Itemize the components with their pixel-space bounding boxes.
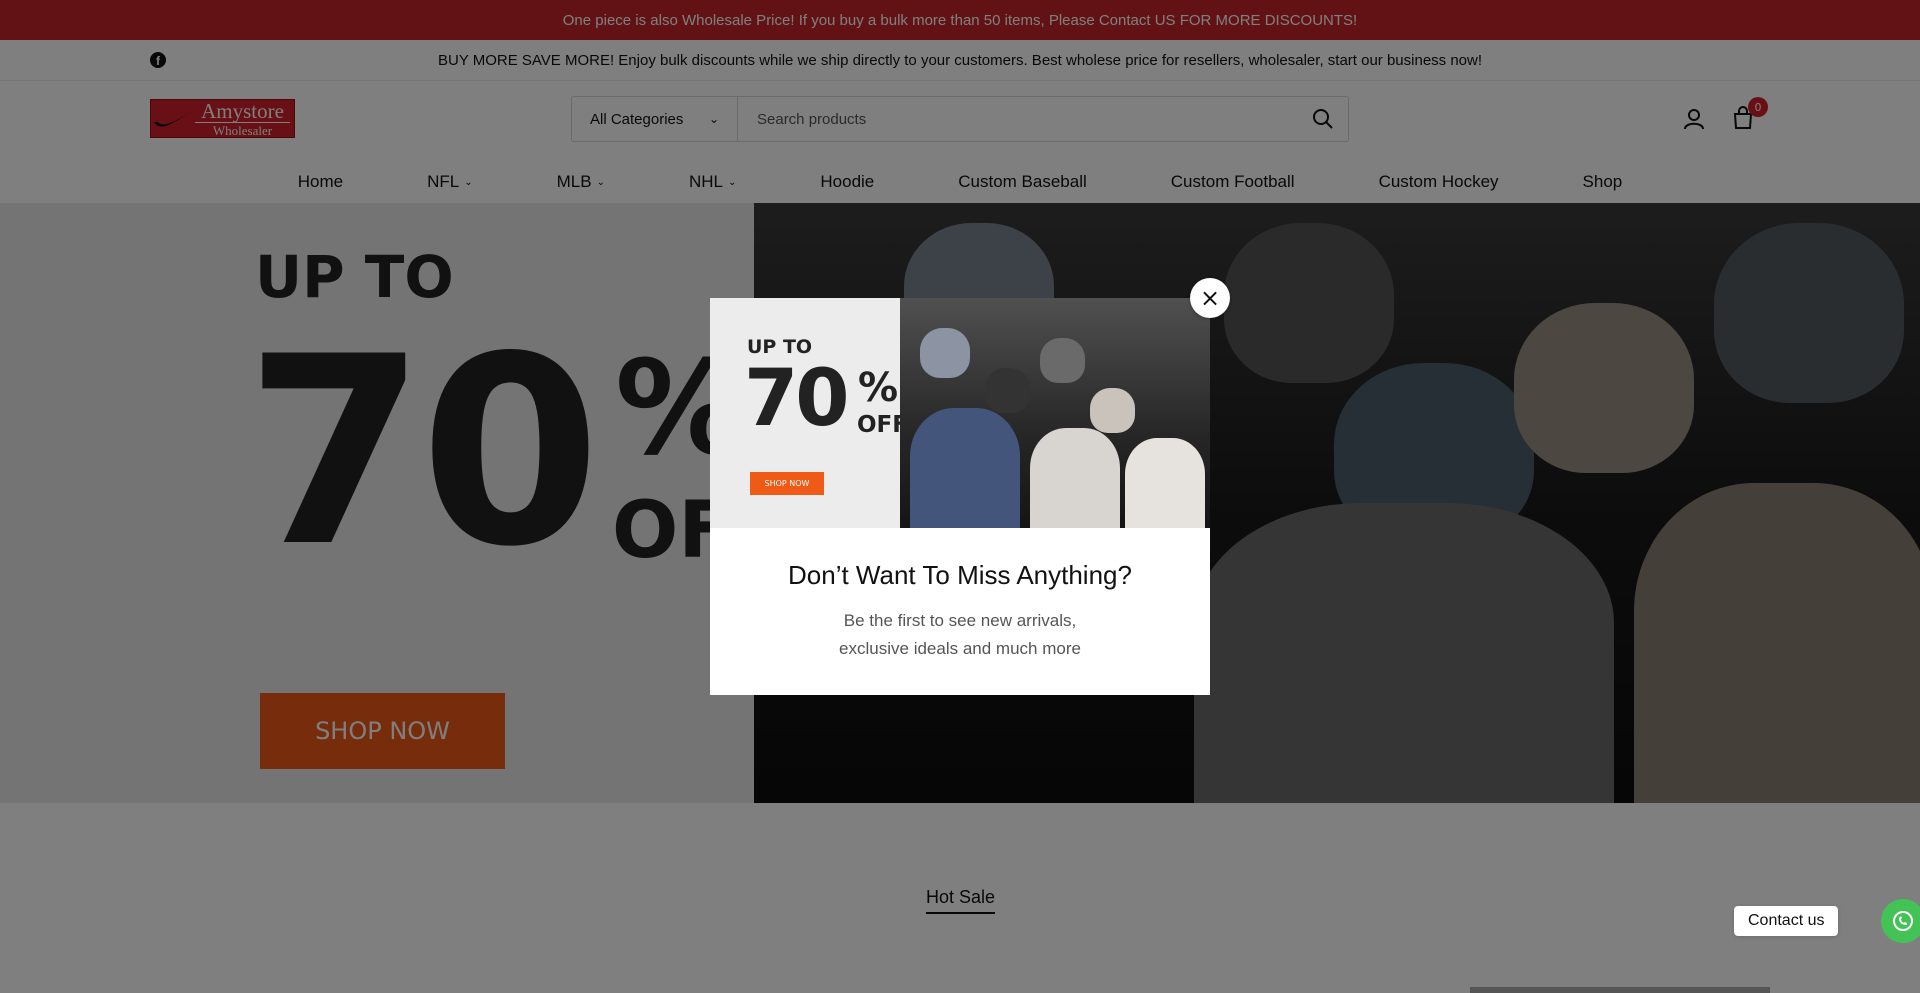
player-jersey xyxy=(1030,428,1120,528)
modal-promo: UP TO 70 % OFF SHOP NOW xyxy=(710,298,908,528)
player-helmet xyxy=(920,328,970,378)
player-helmet xyxy=(1090,388,1135,433)
modal-shop-now-button[interactable]: SHOP NOW xyxy=(750,472,824,495)
modal-title: Don’t Want To Miss Anything? xyxy=(788,560,1132,590)
player-jersey xyxy=(910,408,1020,528)
contact-us-label[interactable]: Contact us xyxy=(1734,906,1839,936)
modal-players-image xyxy=(900,298,1210,528)
modal-percent: % xyxy=(858,365,899,411)
player-jersey xyxy=(1125,438,1205,528)
newsletter-modal: UP TO 70 % OFF SHOP NOW Don’t Want To Mi… xyxy=(710,298,1210,695)
modal-subtitle: Be the first to see new arrivals, exclus… xyxy=(839,611,1081,658)
modal-banner[interactable]: UP TO 70 % OFF SHOP NOW xyxy=(710,298,1210,528)
modal-discount-number: 70 xyxy=(744,354,850,444)
close-icon[interactable]: × xyxy=(1190,278,1230,318)
player-helmet xyxy=(985,368,1030,413)
whatsapp-icon[interactable] xyxy=(1881,899,1920,943)
player-helmet xyxy=(1040,338,1085,383)
